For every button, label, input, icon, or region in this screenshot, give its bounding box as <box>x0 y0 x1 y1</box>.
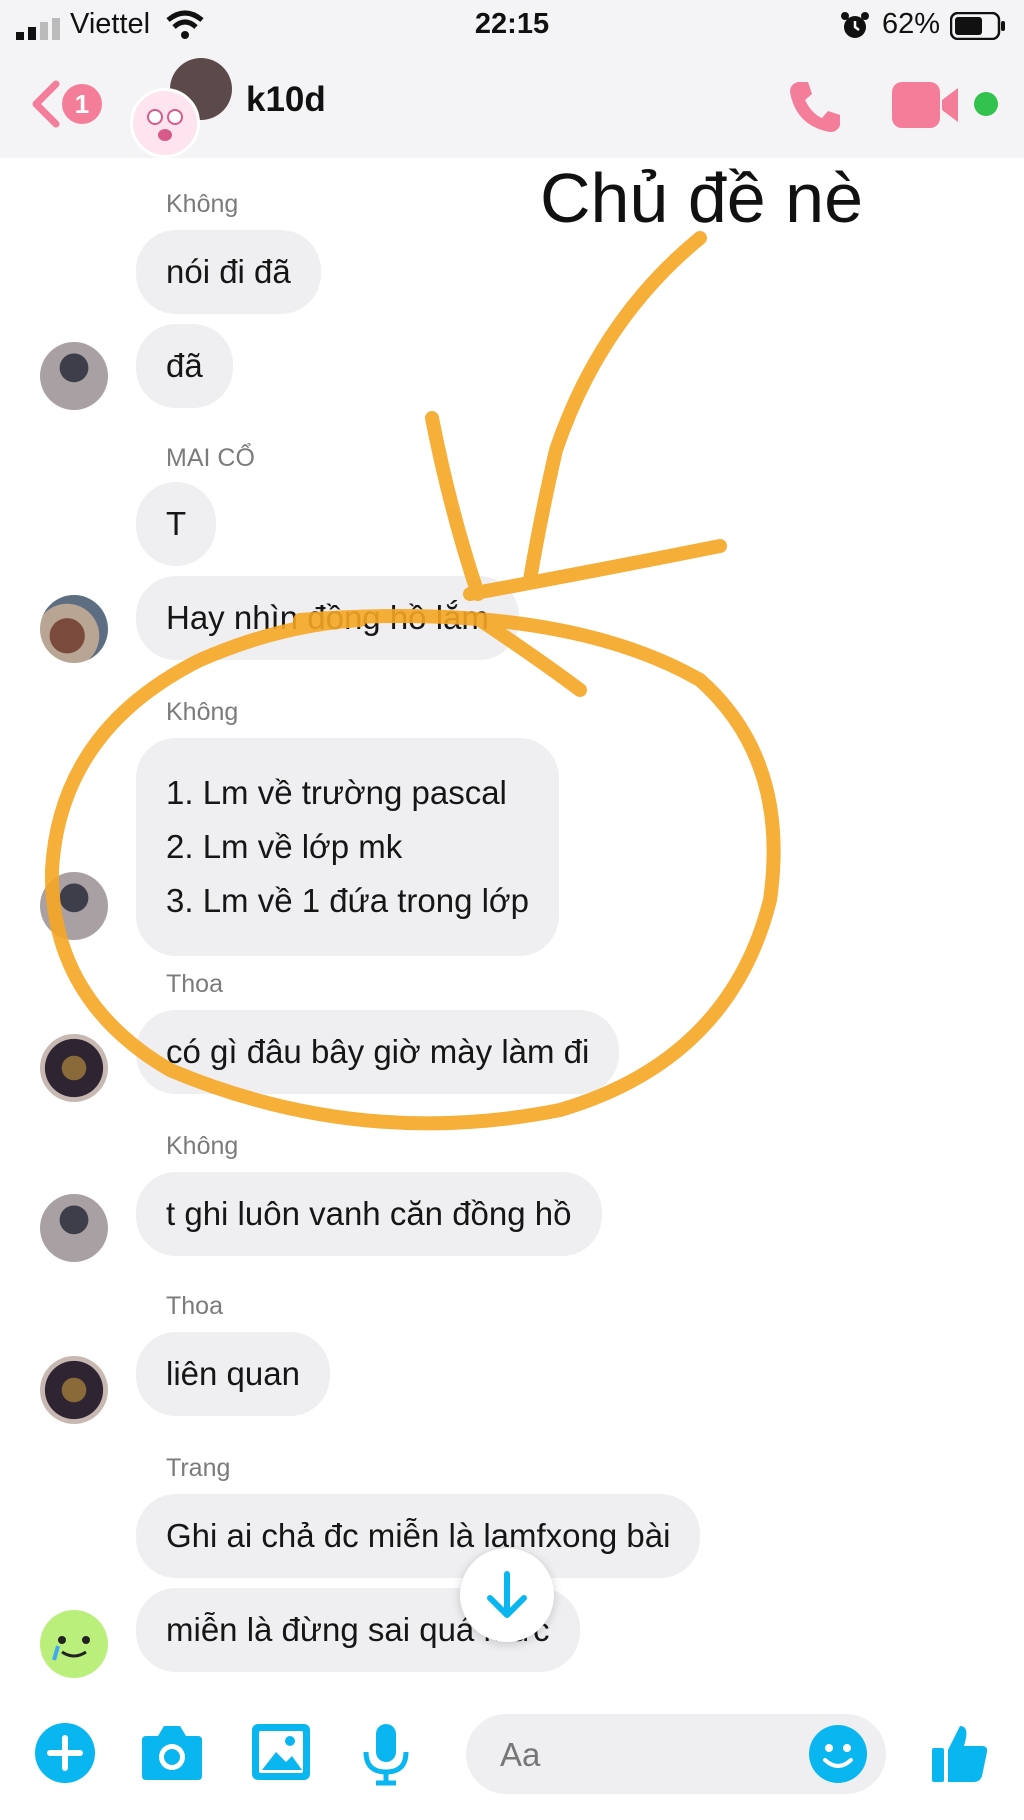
sender-name: MAI CỔ <box>166 444 255 472</box>
message-bubble[interactable]: nói đi đã <box>136 230 321 314</box>
message-list[interactable]: Không nói đi đã đã MAI CỔ T Hay nhìn đồn… <box>0 158 1024 1692</box>
back-button[interactable]: 1 <box>28 78 138 130</box>
sender-name: Thoa <box>166 970 223 998</box>
message-bubble[interactable]: có gì đâu bây giờ mày làm đi <box>136 1010 620 1094</box>
sender-name: Không <box>166 190 239 218</box>
clock: 22:15 <box>474 8 550 40</box>
battery-icon <box>950 12 1005 40</box>
emoji-icon[interactable] <box>808 1724 868 1784</box>
microphone-icon[interactable] <box>362 1722 410 1786</box>
message-input-box[interactable] <box>466 1714 886 1796</box>
message-bubble[interactable]: Ghi ai chả đc miễn là lamfxong bài <box>136 1494 701 1578</box>
message-line: 1. Lm về trường pascal <box>166 774 507 811</box>
sender-name: Thoa <box>166 1292 223 1320</box>
unread-badge: 1 <box>62 84 102 124</box>
message-line: 2. Lm về lớp mk <box>166 828 403 865</box>
chevron-left-icon <box>32 80 60 128</box>
chat-title[interactable]: k10d <box>246 80 326 120</box>
scroll-to-bottom-button[interactable] <box>460 1548 554 1642</box>
video-call-icon[interactable] <box>892 82 962 128</box>
avatar[interactable] <box>40 1034 108 1102</box>
avatar[interactable] <box>40 872 108 940</box>
plus-icon[interactable] <box>34 1722 96 1784</box>
like-thumbs-up-icon[interactable] <box>930 1722 990 1784</box>
chat-header: 1 k10d <box>0 52 1024 158</box>
message-bubble[interactable]: T <box>136 482 217 566</box>
avatar[interactable] <box>40 595 108 663</box>
message-bubble[interactable]: Hay nhìn đồng hồ lắm <box>136 576 519 660</box>
message-bubble[interactable]: đã <box>136 324 233 408</box>
message-bubble[interactable]: 1. Lm về trường pascal 2. Lm về lớp mk 3… <box>136 738 559 956</box>
avatar[interactable] <box>40 1356 108 1424</box>
phone-call-icon[interactable] <box>786 78 844 136</box>
sender-name: Không <box>166 1132 239 1160</box>
message-bubble[interactable]: liên quan <box>136 1332 330 1416</box>
avatar <box>130 88 200 158</box>
group-avatar[interactable] <box>130 58 232 158</box>
avatar[interactable] <box>40 1194 108 1262</box>
arrow-down-icon <box>487 1571 527 1618</box>
annotation-text: Chủ đề nè <box>540 159 864 237</box>
face-icon <box>147 109 183 141</box>
camera-icon[interactable] <box>140 1722 204 1782</box>
status-bar: Viettel 22:15 62% <box>0 0 1024 52</box>
image-icon[interactable] <box>250 1722 312 1782</box>
avatar[interactable] <box>40 1610 108 1678</box>
sender-name: Trang <box>166 1454 231 1482</box>
sender-name: Không <box>166 698 239 726</box>
online-status-dot <box>974 92 998 116</box>
battery-percent: 62% <box>882 8 941 40</box>
face-icon <box>52 1636 90 1661</box>
message-line: 3. Lm về 1 đứa trong lớp <box>166 882 529 919</box>
message-input[interactable] <box>498 1714 802 1796</box>
composer-bar <box>0 1692 1024 1820</box>
message-bubble[interactable]: t ghi luôn vanh căn đồng hồ <box>136 1172 602 1256</box>
avatar[interactable] <box>40 342 108 410</box>
alarm-icon <box>841 12 869 38</box>
